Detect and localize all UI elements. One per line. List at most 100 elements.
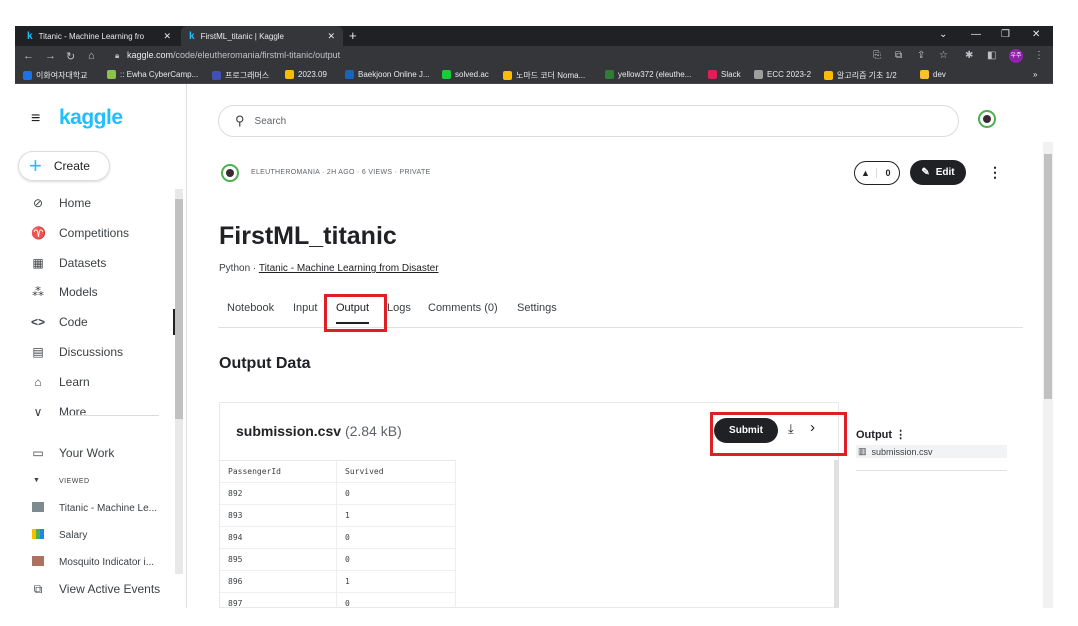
sidebar-scrollbar[interactable] [175,189,183,574]
close-tab-icon[interactable]: ✕ [163,31,171,42]
sidebar-item-label: Your Work [59,446,115,460]
bookmark-item[interactable]: 알고리즘 기초 1/2 [824,70,897,81]
kaggle-page: ≡ kaggle + Create ⊘ Home ♈ Competitions ▦ D… [15,84,1053,608]
tab-settings[interactable]: Settings [517,302,557,314]
bookmark-label: :: Ewha CyberCamp... [120,70,199,79]
bookmarks-overflow-icon[interactable]: » [1033,70,1037,79]
bookmark-item[interactable]: yellow372 (eleuthe... [605,70,691,79]
sidebar-scrollbar-thumb[interactable] [175,199,183,419]
close-window-icon[interactable]: ✕ [1032,29,1040,40]
tab-search-icon[interactable]: ⌄ [939,29,947,40]
table-cell: 895 [220,549,337,570]
reload-icon[interactable]: ↻ [66,50,75,63]
competition-link[interactable]: Titanic - Machine Learning from Disaster [259,263,439,274]
more-options-icon[interactable]: ⋮ [988,164,1002,181]
table-cell: 892 [220,483,337,504]
output-sidebar-file[interactable]: ▥ submission.csv [856,445,1007,458]
sidebar-item-code[interactable]: <> Code [15,309,175,335]
more-options-icon[interactable]: ⋮ [895,429,906,441]
kaggle-logo[interactable]: kaggle [59,106,123,130]
maximize-icon[interactable]: ❐ [1001,29,1010,40]
bookmark-item[interactable]: dev [920,70,946,79]
page-scrollbar-thumb[interactable] [1044,154,1052,399]
forward-arrow-icon[interactable]: → [45,50,56,62]
tab-notebook[interactable]: Notebook [227,302,274,314]
bookmark-label: 이화여자대학교 [36,71,88,80]
clipboard-icon: ▭ [32,446,44,460]
output-preview-table: PassengerId Survived 892 0 893 1 894 0 895 0… [220,460,456,608]
bookmark-item[interactable]: ECC 2023-2 [754,70,811,79]
url-path: /code/eleutheromania/firstml-titanic/out… [173,50,341,60]
page-scrollbar[interactable] [1043,142,1053,608]
graduation-cap-icon: ⌂ [34,375,42,389]
home-icon[interactable]: ⌂ [88,50,95,62]
sidebar-item-models[interactable]: ⁂ Models [15,279,175,305]
minimize-icon[interactable]: — [971,29,981,40]
user-avatar[interactable] [978,110,996,128]
bookmark-label: 2023.09 [298,70,327,79]
viewed-item[interactable]: Mosquito Indicator i... [15,549,175,575]
browser-tab-firstml[interactable]: k FirstML_titanic | Kaggle ✕ [181,26,343,46]
sidebar-item-discussions[interactable]: ▤ Discussions [15,339,175,365]
create-button[interactable]: + Create [18,151,110,181]
bookmark-item[interactable]: Slack [708,70,741,79]
bookmark-star-icon[interactable]: ☆ [939,50,948,61]
sidebar-item-label: Code [59,315,88,329]
sidebar-item-label: Home [59,196,92,210]
sidebar-item-competitions[interactable]: ♈ Competitions [15,220,175,246]
author-avatar[interactable] [221,164,239,182]
back-arrow-icon[interactable]: ← [23,50,34,62]
sidebar-item-your-work[interactable]: ▭ Your Work [15,440,175,466]
browser-window: k Titanic - Machine Learning fro ✕ k Fir… [15,26,1053,608]
translate-icon[interactable]: ⧉ [895,50,902,61]
bookmark-item[interactable]: Baekjoon Online J... [345,70,430,79]
bookmark-favicon-icon [442,70,451,79]
bookmark-label: yellow372 (eleuthe... [618,70,692,79]
viewed-item[interactable]: Salary [15,522,175,548]
caret-up-icon: ▲ [855,168,877,178]
collapse-caret-icon[interactable]: ▼ [33,477,40,484]
browser-tab-titanic[interactable]: k Titanic - Machine Learning fro ✕ [19,26,179,46]
new-tab-icon[interactable]: + [349,28,357,43]
tab-logs[interactable]: Logs [387,302,411,314]
bookmark-item[interactable]: 이화여자대학교 [23,70,88,81]
highlight-box-submit [710,412,847,456]
table-row: 892 0 [220,483,456,505]
viewed-item[interactable]: Titanic - Machine Le... [15,495,175,521]
sidebar-item-label: Discussions [59,345,124,359]
bookmark-item[interactable]: :: Ewha CyberCamp... [107,70,198,79]
url-field[interactable]: kaggle.com/code/eleutheromania/firstml-t… [127,50,340,60]
sidebar-item-datasets[interactable]: ▦ Datasets [15,250,175,276]
sidebar-item-learn[interactable]: ⌂ Learn [15,369,175,395]
bookmark-favicon-icon [503,71,512,80]
extensions-icon[interactable]: ✱ [965,50,973,61]
profile-avatar[interactable]: 우주 [1009,49,1023,63]
sidebar: ≡ kaggle + Create ⊘ Home ♈ Competitions ▦ D… [15,84,187,608]
events-icon: ⧉ [33,581,43,596]
bookmark-item[interactable]: 2023.09 [285,70,327,79]
sidebar-item-home[interactable]: ⊘ Home [15,190,175,216]
side-panel-icon[interactable]: ◧ [987,50,996,61]
bookmark-item[interactable]: 노마드 코더 Noma... [503,70,585,81]
bookmark-item[interactable]: 프로그래머스 [212,70,269,81]
browser-menu-icon[interactable]: ⋮ [1034,50,1044,61]
close-tab-icon[interactable]: ✕ [327,31,335,42]
bookmark-favicon-icon [212,71,221,80]
table-scrollbar[interactable] [834,460,839,608]
sidebar-item-more[interactable]: ∨ More [15,399,175,425]
edit-button[interactable]: ✎ Edit [910,160,966,185]
upvote-button[interactable]: ▲ 0 [854,161,900,185]
search-input[interactable]: ⚲ Search [218,105,959,137]
menu-icon[interactable]: ≡ [31,110,40,128]
bookmark-favicon-icon [107,70,116,79]
tab-comments[interactable]: Comments (0) [428,302,498,314]
lock-icon: 🔒︎ [115,51,120,60]
browser-tab-title: Titanic - Machine Learning fro [38,31,145,41]
share-icon[interactable]: ⇪ [917,50,925,61]
sidebar-item-view-active-events[interactable]: ⧉ View Active Events [15,576,175,602]
browser-tab-title: FirstML_titanic | Kaggle [200,31,285,41]
output-file-title: submission.csv (2.84 kB) [236,423,402,439]
install-app-icon[interactable]: ⎘ [873,50,881,61]
tab-input[interactable]: Input [293,302,317,314]
bookmark-item[interactable]: solved.ac [442,70,489,79]
